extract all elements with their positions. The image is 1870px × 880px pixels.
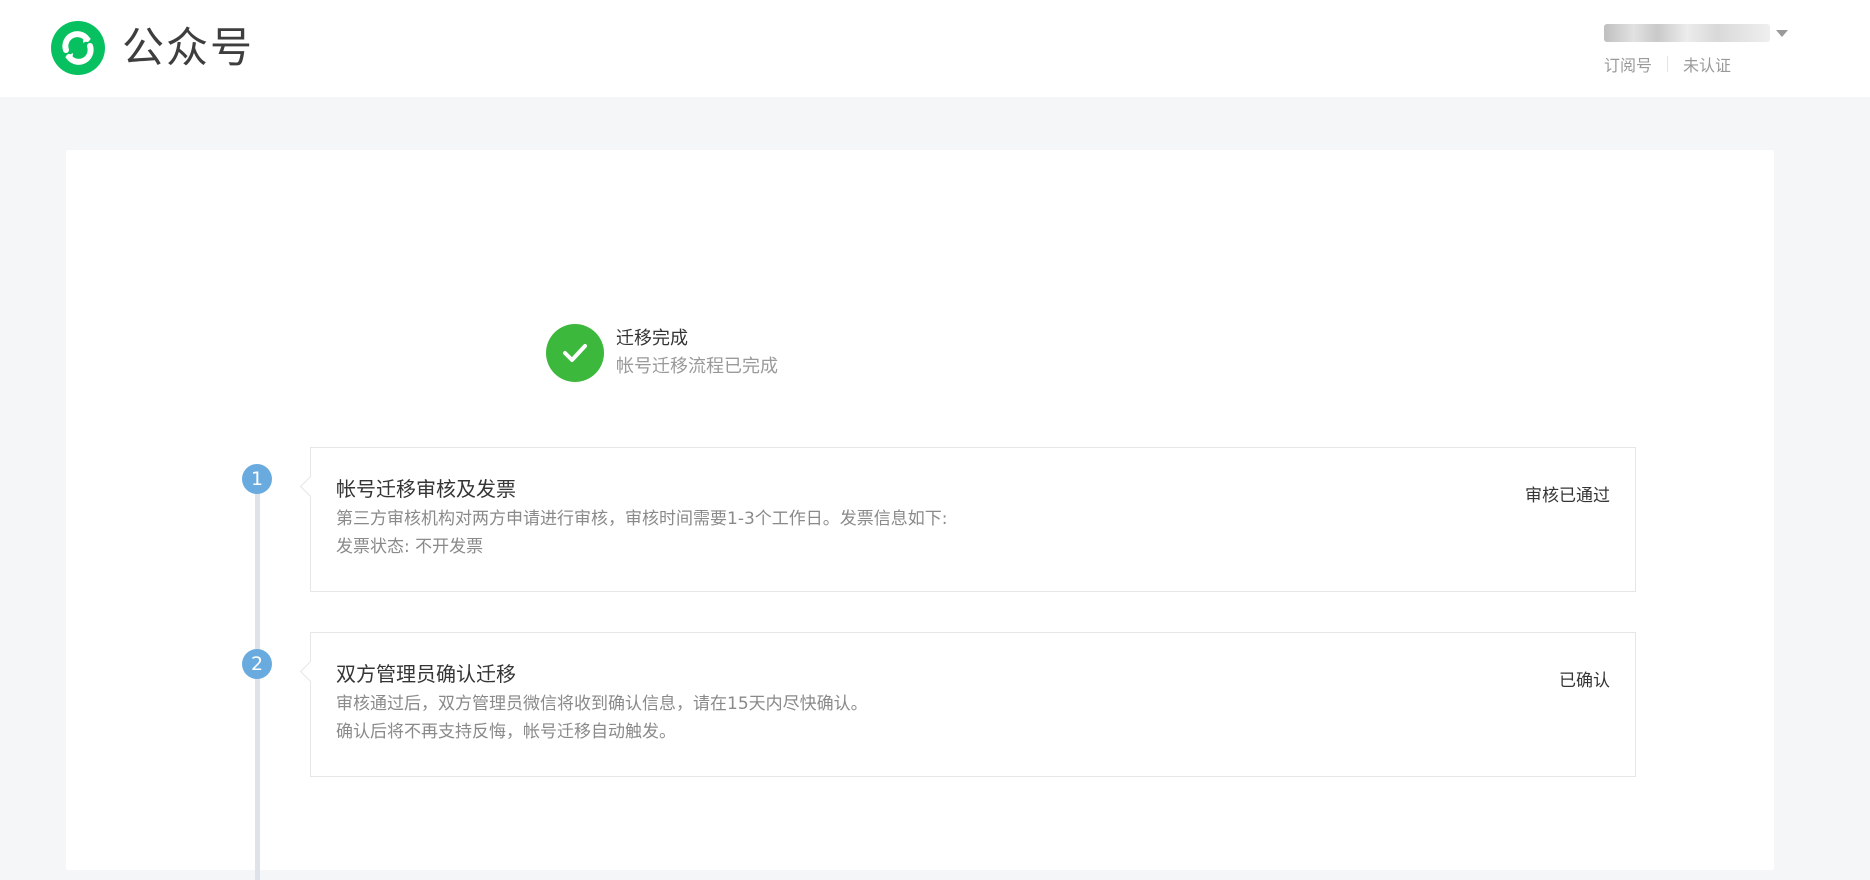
step-card-2: 双方管理员确认迁移 审核通过后，双方管理员微信将收到确认信息，请在15天内尽快确…	[299, 632, 1636, 777]
success-check-icon	[546, 324, 604, 382]
step-title: 双方管理员确认迁移	[336, 662, 516, 686]
timeline-line	[255, 480, 260, 880]
account-type: 订阅号	[1604, 56, 1653, 75]
account-menu[interactable]: 订阅号 未认证	[1604, 24, 1788, 76]
step-note: 确认后将不再支持反悔，帐号迁移自动触发。	[336, 722, 676, 742]
status-title: 迁移完成	[616, 328, 688, 349]
migration-card: 迁移完成 帐号迁移流程已完成 1 帐号迁移审核及发票 第三方审核机构对两方申请进…	[66, 150, 1774, 880]
wechat-official-account-logo-icon	[51, 21, 105, 75]
step-number-1: 1	[242, 464, 272, 494]
verification-status: 未认证	[1683, 56, 1732, 75]
step-status: 审核已通过	[1525, 486, 1610, 506]
status-description: 帐号迁移流程已完成	[616, 356, 778, 377]
account-name-redacted	[1604, 24, 1770, 42]
brand[interactable]: 公众号	[50, 20, 254, 76]
account-meta: 订阅号 未认证	[1604, 52, 1788, 76]
migration-status: 迁移完成 帐号迁移流程已完成	[546, 324, 778, 382]
divider	[1667, 56, 1669, 72]
step-description: 审核通过后，双方管理员微信将收到确认信息，请在15天内尽快确认。	[336, 694, 868, 714]
invoice-status: 发票状态: 不开发票	[336, 537, 484, 557]
step-card-1: 帐号迁移审核及发票 第三方审核机构对两方申请进行审核，审核时间需要1-3个工作日…	[299, 447, 1636, 592]
step-description: 第三方审核机构对两方申请进行审核，审核时间需要1-3个工作日。发票信息如下:	[336, 509, 948, 529]
step-title: 帐号迁移审核及发票	[336, 477, 516, 501]
top-bar: 公众号 订阅号 未认证	[0, 0, 1870, 97]
step-status: 已确认	[1559, 671, 1610, 691]
chevron-down-icon[interactable]	[1776, 30, 1788, 37]
step-number-2: 2	[242, 649, 272, 679]
brand-title: 公众号	[122, 23, 255, 72]
